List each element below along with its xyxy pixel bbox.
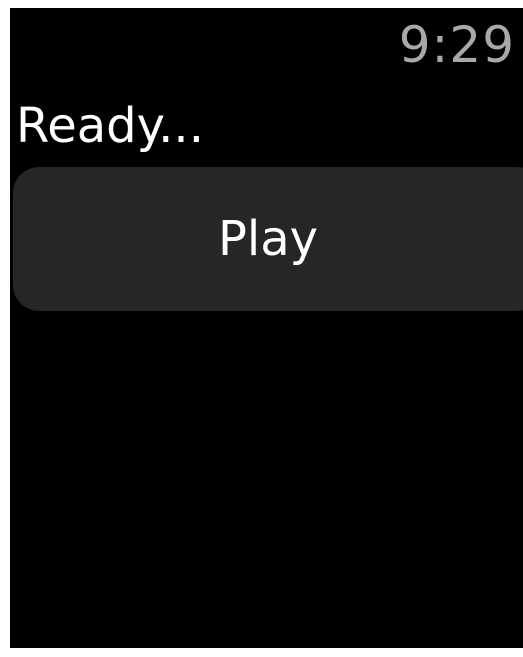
play-button[interactable]: Play <box>13 167 523 311</box>
play-button-label: Play <box>217 211 319 267</box>
watch-screen: 9:29 Ready... Play <box>10 8 523 648</box>
clock-time: 9:29 <box>398 16 515 74</box>
status-label: Ready... <box>16 98 204 154</box>
